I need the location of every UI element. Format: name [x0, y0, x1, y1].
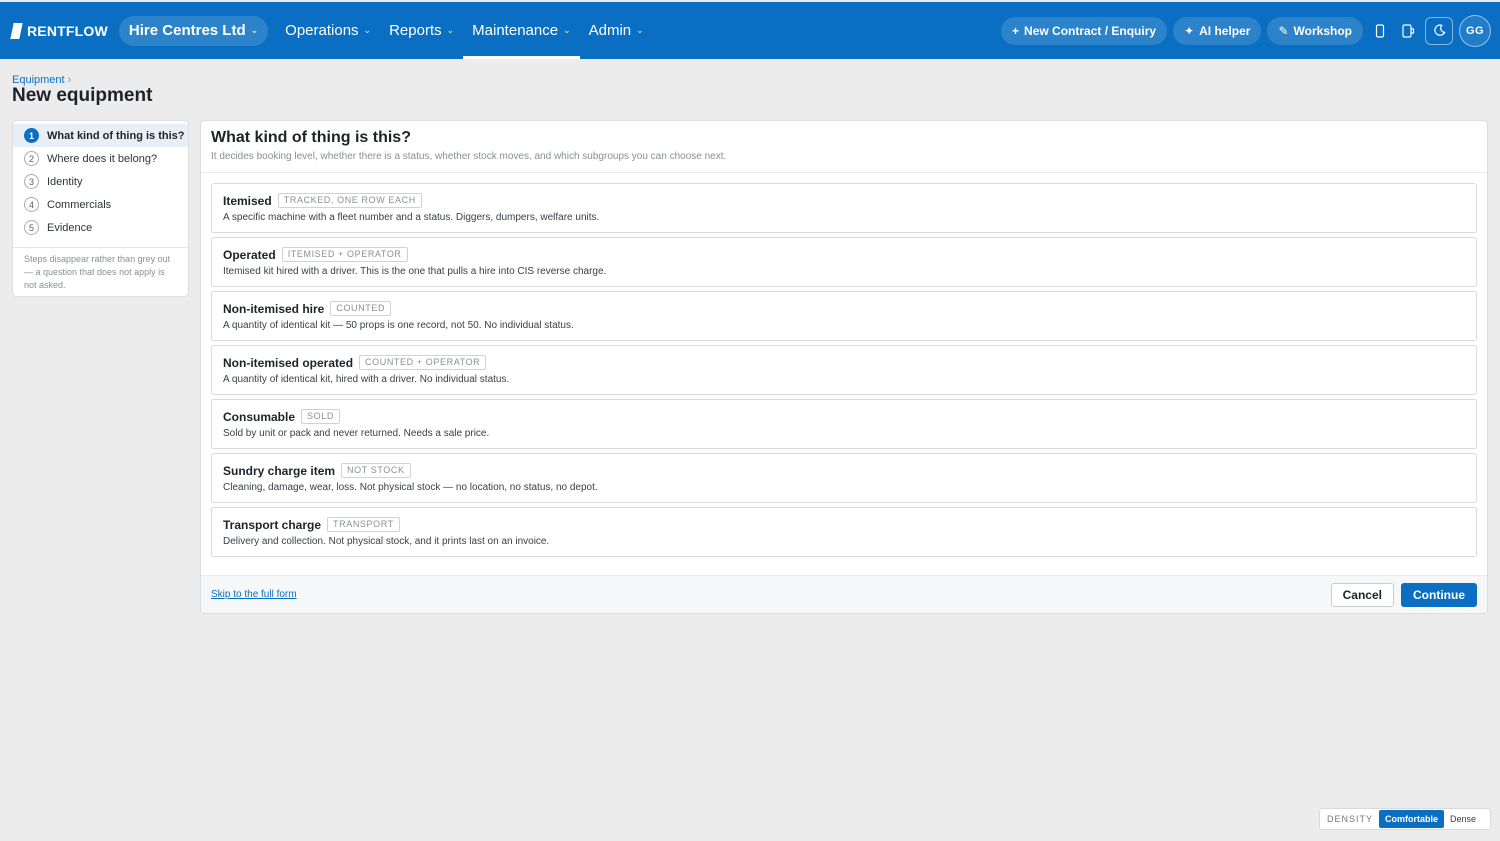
page-title: New equipment: [12, 85, 153, 106]
workshop-label: Workshop: [1293, 23, 1352, 38]
option-name: Consumable: [223, 409, 296, 424]
step-number: 4: [24, 197, 39, 212]
nav-label: Operations: [285, 22, 359, 39]
ai-helper-button[interactable]: ✦ AI helper: [1173, 16, 1262, 45]
step-number: 2: [24, 151, 39, 166]
step-label: Where does it belong?: [47, 152, 158, 165]
option-tag: TRACKED, ONE ROW EACH: [277, 193, 422, 208]
panel-title: What kind of thing is this?: [211, 129, 411, 146]
tenant-switcher[interactable]: Hire Centres Ltd ⌄: [118, 15, 269, 46]
kind-options-list: Itemised TRACKED, ONE ROW EACH A specifi…: [201, 173, 1487, 557]
step-number: 3: [24, 174, 39, 189]
step-number: 5: [24, 220, 39, 235]
brand-mark-icon: [10, 22, 23, 39]
option-non-itemised-operated[interactable]: Non-itemised operated COUNTED + OPERATOR…: [211, 345, 1477, 395]
step-label: Evidence: [47, 221, 93, 234]
panel-footer: Skip to the full form Cancel Continue: [201, 575, 1487, 613]
ai-helper-label: AI helper: [1199, 23, 1251, 38]
step-evidence[interactable]: 5 Evidence: [13, 216, 188, 239]
option-name: Non-itemised hire: [223, 301, 325, 316]
nav-label: Reports: [389, 22, 442, 39]
tenant-name: Hire Centres Ltd: [128, 22, 246, 39]
option-itemised[interactable]: Itemised TRACKED, ONE ROW EACH A specifi…: [211, 183, 1477, 233]
steps-note: Steps disappear rather than grey out — a…: [13, 247, 188, 292]
option-non-itemised-hire[interactable]: Non-itemised hire COUNTED A quantity of …: [211, 291, 1477, 341]
step-label: Commercials: [47, 198, 112, 211]
option-tag: SOLD: [301, 409, 340, 424]
step-label: Identity: [47, 175, 83, 188]
option-name: Transport charge: [223, 517, 322, 532]
step-kind[interactable]: 1 What kind of thing is this?: [13, 124, 188, 147]
panel-header: What kind of thing is this? It decides b…: [201, 121, 1487, 173]
moon-icon: [1433, 24, 1446, 36]
chevron-down-icon: ⌄: [250, 25, 259, 35]
theme-toggle-button[interactable]: [1425, 16, 1453, 45]
option-consumable[interactable]: Consumable SOLD Sold by unit or pack and…: [211, 399, 1477, 449]
step-label: What kind of thing is this?: [47, 129, 185, 142]
chevron-down-icon: ⌄: [363, 25, 372, 35]
step-commercials[interactable]: 4 Commercials: [13, 193, 188, 216]
sparkle-icon: ✦: [1184, 23, 1195, 38]
continue-button[interactable]: Continue: [1401, 582, 1477, 607]
nav-label: Maintenance: [472, 22, 559, 39]
brand-name: RENTFLOW: [27, 22, 108, 39]
tablet-icon: [1402, 23, 1415, 38]
option-tag: NOT STOCK: [341, 463, 411, 478]
panel-subtitle: It decides booking level, whether there …: [211, 151, 727, 162]
chevron-down-icon: ⌄: [446, 25, 455, 35]
equipment-kind-panel: What kind of thing is this? It decides b…: [200, 120, 1488, 614]
chevron-down-icon: ⌄: [563, 25, 571, 35]
plus-icon: +: [1012, 23, 1020, 38]
step-belong[interactable]: 2 Where does it belong?: [13, 147, 188, 170]
mobile-view-button[interactable]: [1369, 17, 1391, 45]
wizard-steps-sidebar: 1 What kind of thing is this? 2 Where do…: [12, 120, 189, 297]
option-description: A specific machine with a fleet number a…: [223, 212, 600, 223]
option-tag: COUNTED + OPERATOR: [359, 355, 487, 370]
tablet-view-button[interactable]: [1397, 17, 1419, 45]
new-contract-button[interactable]: + New Contract / Enquiry: [1001, 16, 1168, 45]
density-label: DENSITY: [1327, 814, 1374, 824]
option-description: A quantity of identical kit — 50 props i…: [223, 320, 574, 331]
nav-maintenance[interactable]: Maintenance ⌄: [463, 2, 581, 59]
option-name: Non-itemised operated: [223, 355, 354, 370]
step-number: 1: [24, 128, 39, 143]
avatar-initials: GG: [1465, 24, 1485, 37]
option-description: Sold by unit or pack and never returned.…: [223, 428, 490, 439]
workshop-button[interactable]: ✎ Workshop: [1267, 16, 1363, 45]
option-name: Itemised: [223, 193, 272, 208]
pencil-icon: ✎: [1278, 23, 1289, 38]
nav-admin[interactable]: Admin ⌄: [580, 2, 653, 59]
option-description: Delivery and collection. Not physical st…: [223, 536, 550, 547]
brand-logo[interactable]: RENTFLOW: [10, 22, 108, 39]
option-name: Operated: [223, 247, 276, 262]
density-dense-option[interactable]: Dense: [1444, 810, 1482, 828]
new-contract-label: New Contract / Enquiry: [1024, 23, 1157, 38]
option-transport-charge[interactable]: Transport charge TRANSPORT Delivery and …: [211, 507, 1477, 557]
option-description: Itemised kit hired with a driver. This i…: [223, 266, 607, 277]
nav-operations[interactable]: Operations ⌄: [276, 2, 380, 59]
top-navigation-bar: RENTFLOW Hire Centres Ltd ⌄ Operations ⌄…: [0, 2, 1500, 59]
option-sundry-charge[interactable]: Sundry charge item NOT STOCK Cleaning, d…: [211, 453, 1477, 503]
main-nav: Operations ⌄ Reports ⌄ Maintenance ⌄ Adm…: [276, 2, 653, 59]
option-tag: TRANSPORT: [327, 517, 400, 532]
user-avatar[interactable]: GG: [1459, 14, 1491, 47]
option-tag: COUNTED: [330, 301, 392, 316]
option-name: Sundry charge item: [223, 463, 336, 478]
option-description: Cleaning, damage, wear, loss. Not physic…: [223, 482, 598, 493]
option-tag: ITEMISED + OPERATOR: [281, 247, 408, 262]
phone-icon: [1375, 23, 1385, 38]
skip-to-full-form-link[interactable]: Skip to the full form: [211, 589, 297, 600]
option-description: A quantity of identical kit, hired with …: [223, 374, 510, 385]
cancel-button[interactable]: Cancel: [1330, 582, 1394, 607]
nav-reports[interactable]: Reports ⌄: [380, 2, 463, 59]
density-comfortable-option[interactable]: Comfortable: [1379, 810, 1445, 828]
option-operated[interactable]: Operated ITEMISED + OPERATOR Itemised ki…: [211, 237, 1477, 287]
step-identity[interactable]: 3 Identity: [13, 170, 188, 193]
nav-label: Admin: [588, 22, 632, 39]
density-switch: DENSITY Comfortable Dense: [1319, 808, 1491, 830]
top-actions: + New Contract / Enquiry ✦ AI helper ✎ W…: [995, 14, 1491, 47]
chevron-down-icon: ⌄: [636, 25, 644, 35]
